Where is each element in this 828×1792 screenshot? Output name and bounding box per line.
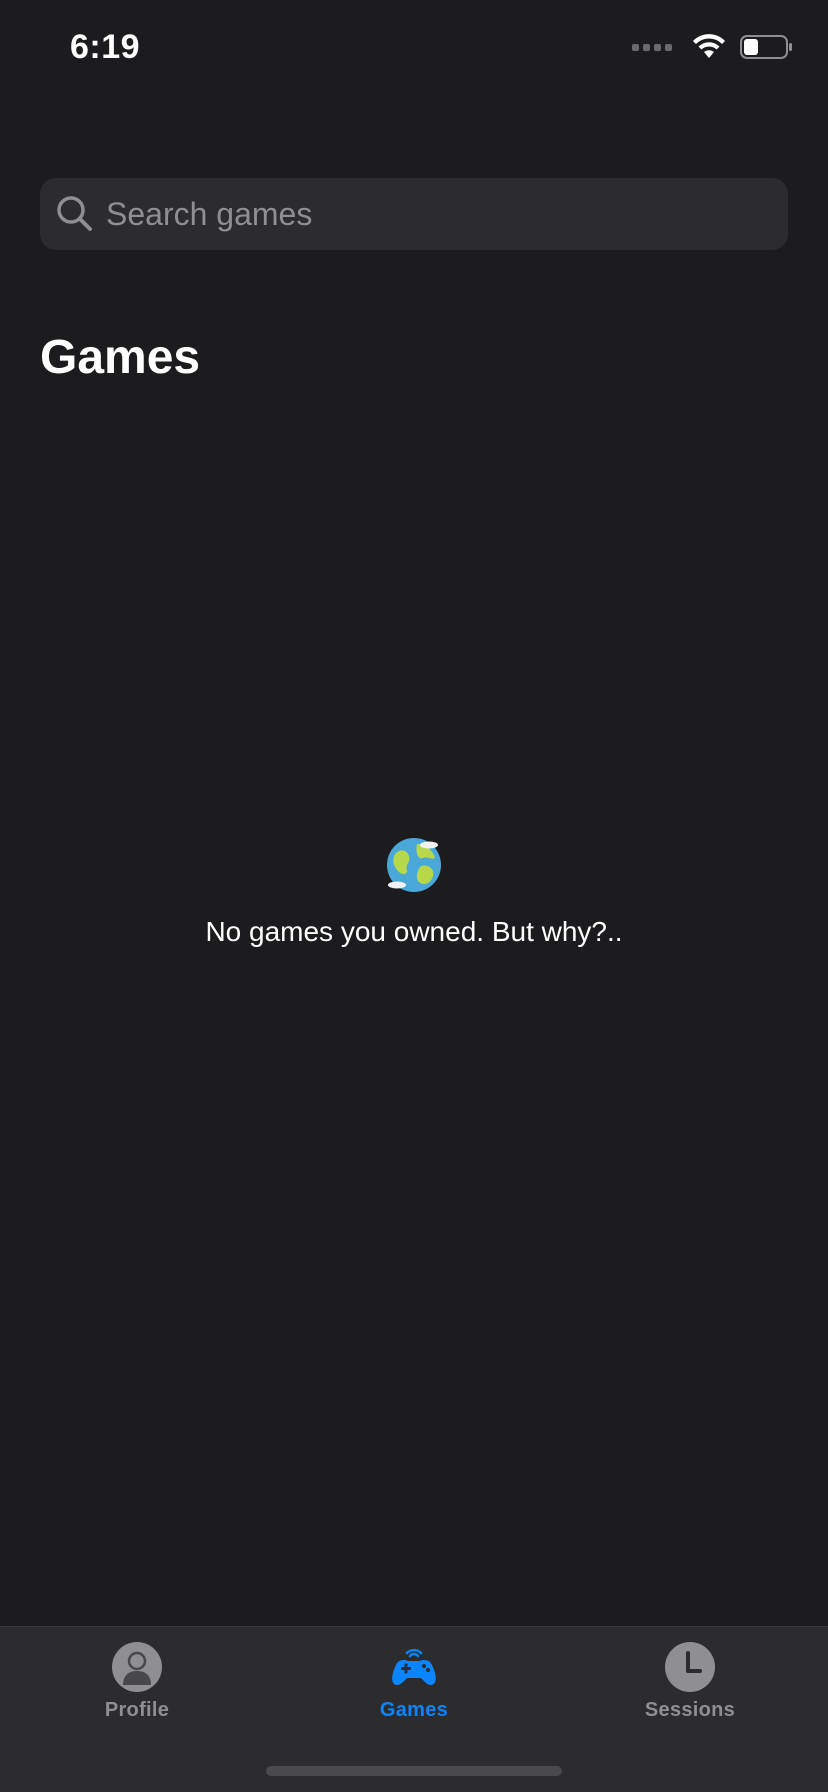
status-time: 6:19 xyxy=(70,28,141,66)
search-bar[interactable] xyxy=(40,178,788,250)
app-screen: 6:19 Games xyxy=(0,0,828,1792)
profile-icon xyxy=(112,1642,162,1692)
gamepad-icon xyxy=(392,1648,436,1686)
cellular-signal-icon xyxy=(632,43,672,51)
tab-label: Games xyxy=(379,1699,449,1721)
empty-state-message: No games you owned. But why?.. xyxy=(205,916,623,947)
tab-label: Profile xyxy=(104,1699,170,1721)
clock-icon xyxy=(665,1642,715,1692)
battery-icon xyxy=(740,35,792,59)
empty-state: No games you owned. But why?.. xyxy=(0,836,828,948)
tab-profile[interactable]: Profile xyxy=(37,1641,237,1722)
status-bar: 6:19 xyxy=(0,0,828,100)
tab-games[interactable]: Games xyxy=(314,1641,514,1722)
tab-sessions[interactable]: Sessions xyxy=(590,1641,790,1722)
search-icon xyxy=(57,196,92,231)
wifi-icon xyxy=(693,34,725,58)
home-indicator xyxy=(266,1766,562,1776)
globe-icon xyxy=(387,838,441,892)
status-icons xyxy=(632,34,794,60)
tab-label: Sessions xyxy=(644,1699,736,1721)
page-title: Games xyxy=(40,331,201,384)
search-input[interactable] xyxy=(106,195,766,233)
